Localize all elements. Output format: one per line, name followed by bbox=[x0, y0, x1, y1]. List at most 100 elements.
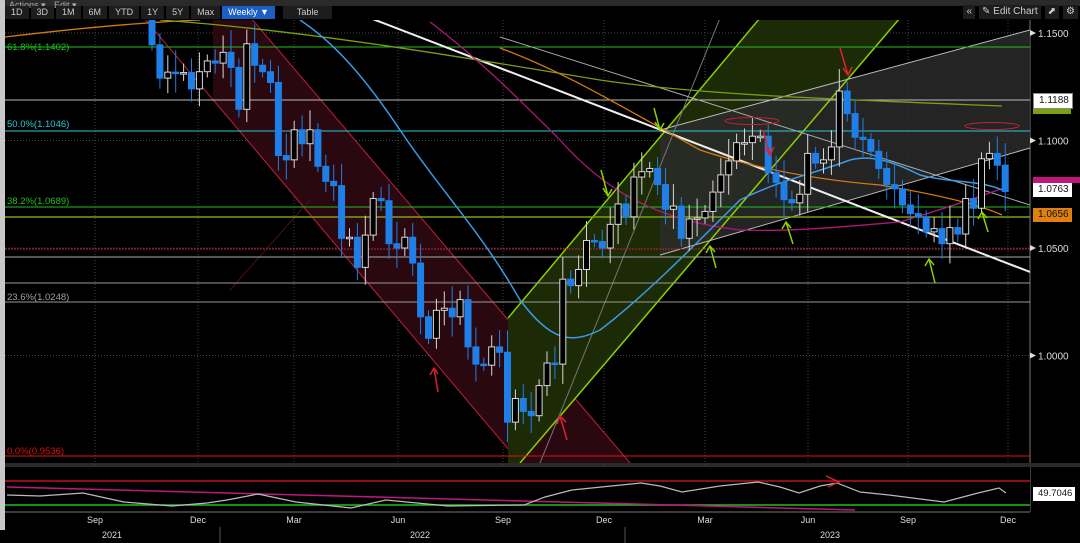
candle-body bbox=[780, 181, 788, 201]
candle-body bbox=[669, 205, 677, 210]
candle-body bbox=[393, 243, 401, 249]
candle-body bbox=[622, 203, 630, 218]
candle bbox=[235, 58, 243, 118]
y-tick-marker bbox=[1030, 137, 1036, 144]
fib-236-label: 23.6%(1.0248) bbox=[7, 292, 69, 303]
candle-body bbox=[188, 72, 195, 90]
candle-body bbox=[227, 51, 235, 68]
candle-body bbox=[527, 410, 535, 417]
candle-body bbox=[235, 66, 243, 110]
candle-body bbox=[401, 236, 409, 249]
candle-body bbox=[741, 142, 748, 145]
candle-body bbox=[946, 227, 954, 245]
candle-body bbox=[930, 228, 938, 233]
x-tick-label: Sep bbox=[494, 515, 512, 525]
panel-divider[interactable] bbox=[5, 463, 1080, 467]
candle-body bbox=[282, 155, 290, 161]
candle-body bbox=[567, 278, 575, 287]
candle-body bbox=[148, 20, 156, 46]
candle-body bbox=[488, 346, 496, 366]
candle-body bbox=[290, 129, 298, 161]
candle-body bbox=[867, 138, 875, 152]
price-chart[interactable]: 61.8%(1.1402) 50.0%(1.1046) 38.2%(1.0689… bbox=[0, 0, 1080, 543]
candle-body bbox=[590, 239, 598, 243]
candle-body bbox=[551, 362, 559, 366]
candle-body bbox=[298, 129, 306, 145]
candle-body bbox=[662, 184, 669, 210]
y-tick-label: 1.0500 bbox=[1038, 244, 1069, 255]
candle-body bbox=[756, 135, 764, 139]
y-tick-marker bbox=[1030, 30, 1036, 36]
x-year-label: 2023 bbox=[819, 530, 841, 540]
candle-body bbox=[646, 167, 654, 173]
candle-body bbox=[472, 346, 480, 365]
candle-body bbox=[306, 129, 314, 145]
candle-body bbox=[346, 236, 353, 240]
candle bbox=[535, 379, 543, 422]
candle-body bbox=[922, 216, 930, 233]
candle-body bbox=[709, 191, 717, 212]
candle-body bbox=[203, 60, 211, 73]
candle-body bbox=[417, 262, 425, 318]
candle-body bbox=[432, 309, 440, 339]
x-tick-label: Dec bbox=[595, 515, 613, 525]
candle-body bbox=[835, 90, 843, 148]
candle-body bbox=[583, 239, 590, 271]
candle-body bbox=[322, 165, 330, 182]
candle-body bbox=[448, 307, 456, 318]
candle-body bbox=[638, 171, 646, 178]
candle-body bbox=[353, 236, 361, 268]
candle-body bbox=[259, 64, 267, 73]
candle-body bbox=[993, 152, 1001, 166]
candle-body bbox=[314, 129, 322, 167]
candle-body bbox=[361, 234, 369, 268]
fib-382-label: 38.2%(1.0689) bbox=[7, 196, 69, 207]
candle-body bbox=[717, 174, 725, 193]
candle-body bbox=[677, 205, 685, 239]
candle-body bbox=[693, 217, 701, 220]
x-tick-label: Sep bbox=[899, 515, 917, 525]
candle-body bbox=[385, 200, 393, 245]
ma50-price-tag: 1.0656 bbox=[1033, 208, 1072, 222]
candle-body bbox=[172, 71, 180, 75]
candle-body bbox=[369, 198, 377, 236]
candle-body bbox=[440, 307, 448, 311]
candle-body bbox=[543, 362, 551, 387]
y-tick-marker bbox=[1030, 245, 1036, 251]
candle-body bbox=[164, 71, 172, 79]
x-tick-label: Mar bbox=[286, 515, 302, 525]
candle bbox=[148, 20, 156, 51]
candle-body bbox=[906, 204, 914, 215]
candle-body bbox=[725, 160, 733, 176]
candle-body bbox=[851, 113, 859, 138]
y-tick-label: 1.1000 bbox=[1038, 137, 1069, 148]
candle-body bbox=[456, 299, 464, 318]
candle-body bbox=[377, 198, 385, 202]
candle-body bbox=[559, 278, 567, 365]
candle-body bbox=[938, 228, 946, 245]
candle-body bbox=[243, 43, 251, 110]
candle-body bbox=[156, 44, 164, 79]
candle bbox=[978, 152, 985, 215]
candle-body bbox=[425, 316, 432, 339]
candle-body bbox=[820, 159, 827, 164]
candle-body bbox=[274, 81, 282, 157]
candle-body bbox=[812, 152, 820, 164]
candle-body bbox=[978, 158, 985, 209]
fib-618-label: 61.8%(1.1402) bbox=[7, 42, 69, 53]
y-tick-label: 1.0000 bbox=[1038, 352, 1069, 363]
x-year-label: 2021 bbox=[101, 530, 123, 540]
candle-body bbox=[899, 188, 906, 206]
candle-body bbox=[535, 385, 543, 417]
candle bbox=[369, 192, 377, 241]
candle-body bbox=[519, 398, 527, 412]
x-tick-label: Mar bbox=[697, 515, 713, 525]
candle-body bbox=[788, 199, 796, 204]
candle-body bbox=[575, 269, 583, 287]
candle-body bbox=[843, 90, 851, 115]
candle-body bbox=[772, 172, 780, 183]
candle-body bbox=[962, 198, 970, 235]
candle-body bbox=[827, 146, 835, 161]
x-tick-label: Dec bbox=[189, 515, 207, 525]
candle-body bbox=[496, 346, 504, 353]
